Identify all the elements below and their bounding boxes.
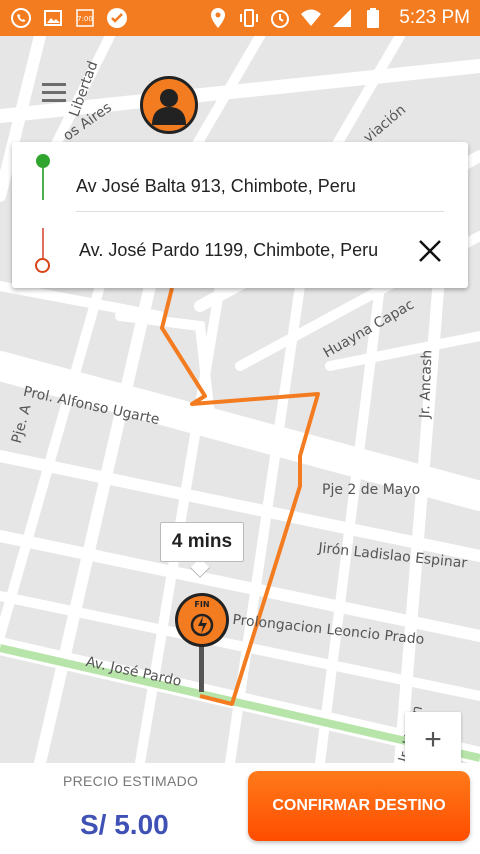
destination-marker: FIN — [172, 592, 232, 696]
data-icon: 7:00 — [74, 7, 96, 29]
destination-address[interactable]: Av. José Pardo 1199, Chimbote, Peru — [79, 240, 378, 261]
plus-icon: + — [424, 723, 442, 756]
clear-destination-button[interactable] — [417, 238, 443, 264]
avatar[interactable] — [140, 76, 198, 134]
destination-line — [42, 228, 44, 258]
status-bar: 7:00 5:23 PM — [0, 0, 480, 36]
street-label-ancash: Jr. Ancash — [417, 349, 436, 419]
bottom-panel: PRECIO ESTIMADO S/ 5.00 CONFIRMAR DESTIN… — [0, 763, 480, 854]
wifi-icon — [300, 7, 322, 29]
eta-label: 4 mins — [171, 531, 233, 552]
divider — [76, 211, 444, 212]
origin-address[interactable]: Av José Balta 913, Chimbote, Peru — [76, 176, 356, 197]
price-value: S/ 5.00 — [80, 809, 169, 840]
eta-bubble: 4 mins — [160, 522, 244, 562]
destination-dot-icon — [35, 258, 50, 273]
address-card: Av José Balta 913, Chimbote, Peru Av. Jo… — [12, 142, 468, 288]
price-label: PRECIO ESTIMADO — [63, 773, 199, 789]
clock-time: 5:23 PM — [399, 7, 470, 28]
close-icon — [419, 240, 441, 262]
signal-icon — [331, 7, 353, 29]
check-icon — [106, 7, 128, 29]
gallery-icon — [42, 7, 64, 29]
battery-icon — [362, 7, 384, 29]
svg-text:7:00: 7:00 — [77, 15, 93, 23]
user-icon — [152, 89, 186, 125]
whatsapp-icon — [10, 7, 32, 29]
marker-label: FIN — [194, 600, 209, 609]
street-label-pje2: Pje 2 de Mayo — [322, 482, 421, 498]
alarm-icon — [269, 7, 291, 29]
vibrate-icon — [238, 7, 260, 29]
origin-dot-icon — [36, 154, 50, 168]
location-icon — [207, 7, 229, 29]
menu-icon[interactable] — [42, 83, 66, 103]
zoom-in-button[interactable]: + — [405, 712, 461, 768]
confirm-destination-button[interactable]: CONFIRMAR DESTINO — [248, 771, 470, 841]
origin-line — [42, 168, 44, 200]
